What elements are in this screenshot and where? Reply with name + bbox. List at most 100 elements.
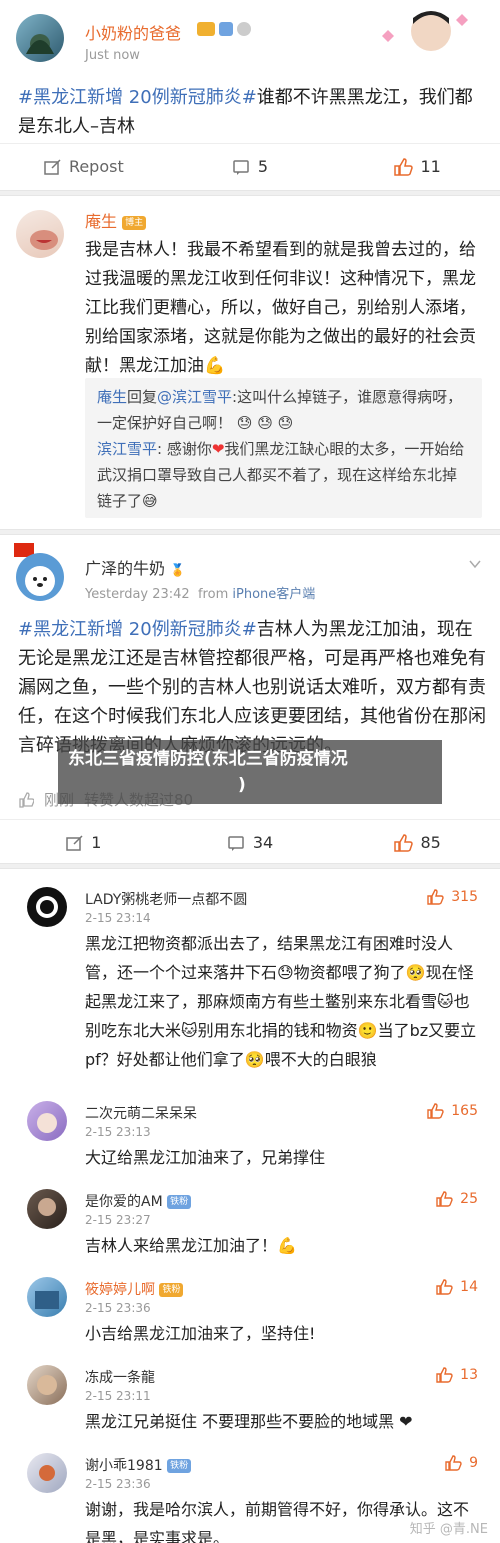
blogger-badge: 博主	[122, 215, 147, 230]
comment-time: 2-15 23:11	[85, 1389, 151, 1403]
like-count: 85	[420, 833, 441, 852]
avatar[interactable]	[16, 210, 64, 258]
thumbs-up-icon	[427, 889, 444, 905]
avatar[interactable]	[27, 887, 67, 927]
comment-icon	[233, 159, 249, 175]
like-count: 315	[451, 889, 478, 905]
comment-button[interactable]: 34	[167, 833, 334, 852]
comment-author[interactable]: 冻成一条龍	[85, 1367, 155, 1387]
comment-like-button[interactable]: 25	[436, 1191, 478, 1207]
overlay-title-line: 东北三省疫情防控(东北三省防疫情况	[68, 749, 348, 769]
comment-item: LADY粥桃老师一点都不圆 2-15 23:14 315 黑龙江把物资都派出去了…	[0, 879, 500, 1089]
comment-button[interactable]: 5	[167, 157, 334, 176]
comment-author[interactable]: 筱婷婷儿啊 铁粉	[85, 1279, 184, 1299]
fan-badge: 铁粉	[167, 1459, 192, 1473]
like-count: 11	[420, 157, 441, 176]
thumbs-up-icon	[445, 1455, 462, 1471]
comment-author[interactable]: 谢小乖1981 铁粉	[85, 1455, 192, 1475]
hearts-avatar-icon	[382, 11, 468, 51]
topic-tag[interactable]: #黑龙江新增 20例新冠肺炎#	[18, 87, 257, 108]
comment-text: 小吉给黑龙江加油来了，坚持住!	[85, 1324, 316, 1343]
username[interactable]: 小奶粉的爸爸	[85, 20, 181, 44]
avatar-image-icon	[38, 1198, 56, 1216]
thumbs-up-icon	[436, 1191, 453, 1207]
avatar[interactable]	[16, 553, 64, 601]
avatar-image-icon	[30, 230, 58, 250]
reply-box[interactable]: 庵生回复@滨江雪平:这叫什么掉链子，谁愿意得病呀，一定保护好自己啊！ 😓 😓 😓…	[85, 378, 482, 518]
like-button[interactable]: 85	[333, 833, 500, 852]
comment-like-button[interactable]: 14	[436, 1279, 478, 1295]
comment-author[interactable]: 二次元萌二呆呆呆	[85, 1103, 197, 1123]
repost-button[interactable]: 1	[0, 833, 167, 852]
comment-time: 2-15 23:27	[85, 1213, 151, 1227]
like-count: 165	[451, 1103, 478, 1119]
repost-icon	[66, 834, 83, 851]
topic-tag[interactable]: #黑龙江新增 20例新冠肺炎#	[18, 619, 257, 640]
comment-author[interactable]: 是你爱的AM 铁粉	[85, 1191, 192, 1211]
post-1: 小奶粉的爸爸 Just now #黑龙江新增 20例新冠肺炎#谁都不许黑黑龙江，…	[0, 0, 500, 190]
comment-list: LADY粥桃老师一点都不圆 2-15 23:14 315 黑龙江把物资都派出去了…	[0, 869, 500, 1543]
heart-icon: ❤	[211, 440, 225, 458]
action-bar: Repost 5 11	[0, 143, 500, 189]
avatar[interactable]	[27, 1101, 67, 1141]
user-badges	[197, 22, 251, 36]
comment-text: 黑龙江把物资都派出去了，结果黑龙江有困难时没人管，还一个个过来落井下石😓物资都喂…	[85, 934, 477, 1069]
dog-avatar-icon	[25, 566, 55, 596]
reply-2[interactable]: 滨江雪平: 感谢你❤我们黑龙江缺心眼的太多，一开始给武汉捐口罩导致自己人都买不着…	[97, 436, 470, 514]
post-source[interactable]: iPhone客户端	[232, 587, 315, 602]
thumbs-up-icon	[436, 1279, 453, 1295]
crown-icon	[197, 22, 215, 36]
comment-item: 是你爱的AM 铁粉 2-15 23:27 25 吉林人来给黑龙江加油了！💪	[0, 1185, 500, 1265]
comment-count: 34	[252, 833, 274, 852]
repost-button[interactable]: Repost	[0, 157, 167, 176]
username[interactable]: 广泽的牛奶 🏅	[85, 555, 185, 579]
thumbs-up-icon	[393, 833, 413, 852]
avatar-image-icon	[36, 896, 58, 918]
avatar-image-icon	[37, 1375, 57, 1395]
sweat-emoji-icon: 😓 😓 😓	[236, 414, 294, 432]
post-text: #黑龙江新增 20例新冠肺炎#吉林人为黑龙江加油，现在无论是黑龙江还是吉林管控都…	[18, 619, 486, 756]
username[interactable]: 庵生 博主	[85, 208, 147, 232]
comment-like-button[interactable]: 165	[427, 1103, 478, 1119]
repost-count: 1	[91, 833, 102, 852]
post-time: Just now	[85, 48, 140, 63]
avatar-image-icon	[35, 1291, 59, 1309]
comment-time: 2-15 23:13	[85, 1125, 151, 1139]
comment-text: 大辽给黑龙江加油来了，兄弟撑住	[85, 1148, 326, 1167]
comment-item: 冻成一条龍 2-15 23:11 13 黑龙江兄弟挺住 不要理那些不要脸的地域黑…	[0, 1361, 500, 1441]
muscle-icon: 💪	[204, 356, 226, 376]
avatar[interactable]	[27, 1453, 67, 1493]
title-overlay: 东北三省疫情防控(东北三省防疫情况 )	[58, 740, 442, 804]
avatar-image-icon	[26, 34, 54, 54]
avatar[interactable]	[16, 14, 64, 62]
fan-badge: 铁粉	[167, 1195, 192, 1209]
comment-like-button[interactable]: 9	[445, 1455, 478, 1471]
comment-text: 黑龙江兄弟挺住 不要理那些不要脸的地域黑 ❤	[85, 1412, 413, 1431]
reply-1[interactable]: 庵生回复@滨江雪平:这叫什么掉链子，谁愿意得病呀，一定保护好自己啊！ 😓 😓 😓	[97, 384, 470, 436]
reply-mention[interactable]: @滨江雪平	[157, 388, 232, 406]
like-count: 25	[460, 1191, 478, 1207]
medal-icon	[237, 22, 251, 36]
follower-avatar[interactable]	[376, 6, 476, 56]
anime-avatar-icon	[37, 1113, 57, 1133]
reply-author[interactable]: 滨江雪平	[97, 440, 157, 458]
chevron-down-icon[interactable]	[468, 557, 482, 571]
comment-author[interactable]: LADY粥桃老师一点都不圆	[85, 889, 247, 909]
thumbs-up-outline-icon	[19, 791, 34, 808]
overlay-title-line: )	[238, 775, 246, 795]
comment-like-button[interactable]: 13	[436, 1367, 478, 1383]
avatar-image-icon	[39, 1465, 55, 1481]
comment-like-button[interactable]: 315	[427, 889, 478, 905]
comment-text: 吉林人来给黑龙江加油了！💪	[85, 1236, 297, 1255]
reply-author[interactable]: 庵生	[97, 388, 127, 406]
avatar[interactable]	[27, 1189, 67, 1229]
repost-label: Repost	[68, 157, 124, 176]
like-count: 13	[460, 1367, 478, 1383]
avatar[interactable]	[27, 1365, 67, 1405]
like-button[interactable]: 11	[333, 157, 500, 176]
comment-count: 5	[257, 157, 269, 176]
comment-item: 筱婷婷儿啊 铁粉 2-15 23:36 14 小吉给黑龙江加油来了，坚持住!	[0, 1273, 500, 1353]
avatar[interactable]	[27, 1277, 67, 1317]
comment-time: 2-15 23:14	[85, 911, 151, 925]
verified-icon	[219, 22, 233, 36]
